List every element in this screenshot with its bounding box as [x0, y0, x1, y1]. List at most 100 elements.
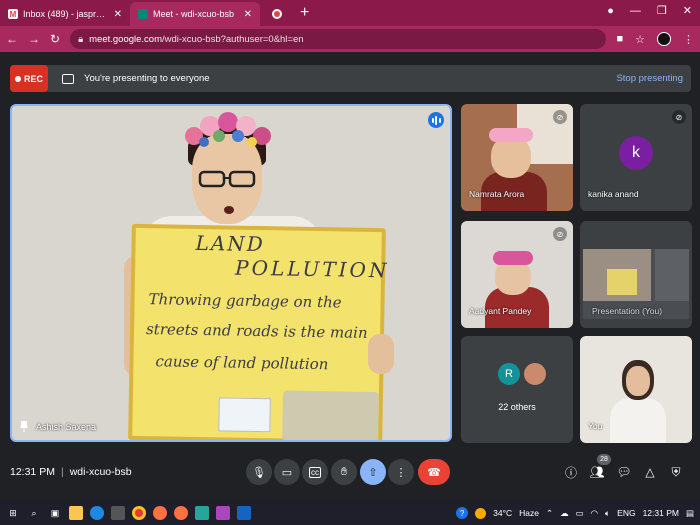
- others-avatars: R: [497, 362, 547, 386]
- language-indicator[interactable]: ENG: [617, 508, 635, 518]
- meeting-code: wdi-xcuo-bsb: [69, 466, 132, 478]
- poster-garbage-drawing: [282, 390, 380, 440]
- people-icon[interactable]: 👥︎: [589, 464, 605, 480]
- browser-tab-strip: M Inbox (489) - jaspreet.k@theindi ✕ Mee…: [0, 0, 700, 26]
- presenting-banner: REC You're presenting to everyone Stop p…: [10, 65, 691, 92]
- present-now-button[interactable]: ⇧: [360, 459, 386, 485]
- participant-right-hand: [368, 334, 394, 374]
- preview-poster: [607, 269, 637, 295]
- more-vert-icon: ⋮: [395, 466, 407, 479]
- search-icon[interactable]: ⌕: [27, 506, 41, 520]
- host-controls-icon[interactable]: ⛨: [668, 464, 684, 480]
- windows-start-icon[interactable]: ⊞: [6, 506, 20, 520]
- stop-presenting-button[interactable]: Stop presenting: [616, 73, 683, 84]
- weather-icon: [475, 507, 487, 519]
- mic-off-icon: ⊘: [672, 110, 686, 124]
- firefox-icon[interactable]: [153, 506, 167, 520]
- self-view-tile[interactable]: You: [580, 336, 692, 443]
- notifications-icon[interactable]: ▤: [686, 508, 694, 519]
- help-icon[interactable]: ?: [456, 507, 469, 519]
- participant-tile-aadyant[interactable]: ⊘ Aadyant Pandey: [461, 221, 573, 328]
- word-icon[interactable]: [237, 506, 251, 520]
- minimize-icon[interactable]: —: [630, 5, 641, 17]
- file-explorer-icon[interactable]: [69, 506, 83, 520]
- participant-mouth: [224, 206, 234, 214]
- speaking-indicator-icon: [428, 112, 444, 128]
- close-tab-icon[interactable]: ✕: [114, 9, 122, 20]
- glasses: [198, 170, 256, 188]
- poster-line: Throwing garbage on the: [148, 290, 342, 312]
- new-tab-button[interactable]: +: [300, 4, 309, 22]
- meeting-time: 12:31 PM: [10, 466, 55, 478]
- tray-chevron-icon[interactable]: ⌃: [546, 508, 553, 519]
- bookmark-star-icon[interactable]: ☆: [635, 33, 645, 46]
- poster-line: LAND: [195, 230, 266, 257]
- toolbar-actions: ■ ☆ ⋮: [616, 32, 694, 46]
- tab-gmail[interactable]: M Inbox (489) - jaspreet.k@theindi ✕: [0, 2, 130, 26]
- camera-in-use-icon[interactable]: ■: [616, 33, 623, 45]
- chat-icon[interactable]: 💬︎: [616, 464, 632, 480]
- meeting-details-icon[interactable]: ⓘ: [563, 464, 579, 480]
- photos-icon[interactable]: [195, 506, 209, 520]
- presenting-message: You're presenting to everyone: [84, 73, 210, 84]
- tab-meet[interactable]: Meet - wdi-xcuo-bsb ✕: [130, 2, 260, 26]
- activities-icon[interactable]: △: [642, 464, 658, 480]
- browser-toolbar: ← → ↻ 🔒︎ meet.google.com/wdi-xcuo-bsb?au…: [0, 26, 700, 52]
- restore-icon[interactable]: ❐: [657, 4, 667, 17]
- pin-icon[interactable]: [20, 421, 28, 432]
- raise-hand-button[interactable]: ✋︎: [331, 459, 357, 485]
- camera-button[interactable]: ▭: [274, 459, 300, 485]
- poster-line: cause of land pollution: [155, 352, 329, 374]
- participant-tile-kanika[interactable]: k ⊘ kanika anand: [580, 104, 692, 211]
- captions-button[interactable]: cc: [302, 459, 328, 485]
- cloud-icon: ☁︎: [560, 507, 569, 518]
- store-icon[interactable]: [111, 506, 125, 520]
- recording-badge: REC: [10, 65, 48, 92]
- presentation-tile[interactable]: Presentation (You): [580, 221, 692, 328]
- recording-icon: [272, 9, 282, 19]
- meeting-info: 12:31 PM | wdi-xcuo-bsb: [10, 466, 132, 478]
- windows-taskbar: ⊞ ⌕ ▣ ? 34°C Haze ⌃ ☁︎ ▭ ◠ 🔈︎ ENG 12:31 …: [0, 501, 700, 525]
- firefox-icon[interactable]: [174, 506, 188, 520]
- wifi-icon: ◠: [590, 507, 599, 518]
- microphone-button[interactable]: 🎙︎: [246, 459, 272, 485]
- gmail-icon: M: [8, 9, 18, 19]
- participant-name: Ashish Saxena: [36, 421, 97, 432]
- camera-icon: ▭: [281, 466, 293, 479]
- meeting-info-separator: |: [60, 466, 64, 478]
- chrome-icon[interactable]: [132, 506, 146, 520]
- forward-icon[interactable]: →: [28, 32, 40, 46]
- profile-avatar[interactable]: [657, 32, 671, 46]
- flower-crown: [489, 128, 533, 142]
- land-pollution-poster: LAND POLLUTION Throwing garbage on the s…: [128, 223, 390, 440]
- app-icon[interactable]: [216, 506, 230, 520]
- mic-off-icon: ⊘: [553, 110, 567, 124]
- main-video-tile[interactable]: LAND POLLUTION Throwing garbage on the s…: [10, 104, 452, 442]
- reload-icon[interactable]: ↻: [50, 32, 60, 46]
- url-host: meet.google.com: [89, 33, 162, 45]
- system-tray: ? 34°C Haze ⌃ ☁︎ ▭ ◠ 🔈︎ ENG 12:31 PM ▤: [456, 501, 694, 525]
- others-tile[interactable]: R 22 others: [461, 336, 573, 443]
- hand-icon: ✋︎: [340, 465, 348, 478]
- main-tile-name: Ashish Saxena: [20, 421, 96, 432]
- location-pin-icon: ●: [607, 4, 614, 17]
- taskbar-clock[interactable]: 12:31 PM: [643, 508, 679, 518]
- presentation-label: Presentation (You): [592, 306, 663, 316]
- captions-icon: cc: [309, 466, 321, 478]
- self-face: [626, 366, 650, 396]
- edge-icon[interactable]: [90, 506, 104, 520]
- tab-recording[interactable]: [260, 2, 294, 26]
- close-tab-icon[interactable]: ✕: [244, 9, 252, 20]
- weather-condition: Haze: [519, 508, 539, 518]
- rec-label: REC: [23, 73, 43, 84]
- menu-kebab-icon[interactable]: ⋮: [683, 33, 694, 46]
- back-icon[interactable]: ←: [6, 32, 18, 46]
- close-window-icon[interactable]: ✕: [683, 4, 692, 17]
- address-bar[interactable]: 🔒︎ meet.google.com/wdi-xcuo-bsb?authuser…: [70, 29, 607, 49]
- leave-call-button[interactable]: ☎︎: [418, 459, 450, 485]
- preview-side-tiles: [655, 249, 689, 301]
- more-options-button[interactable]: ⋮: [388, 459, 414, 485]
- participant-tile-namrata[interactable]: ⊘ Namrata Arora: [461, 104, 573, 211]
- lock-icon: 🔒︎: [78, 33, 84, 45]
- task-view-icon[interactable]: ▣: [48, 506, 62, 520]
